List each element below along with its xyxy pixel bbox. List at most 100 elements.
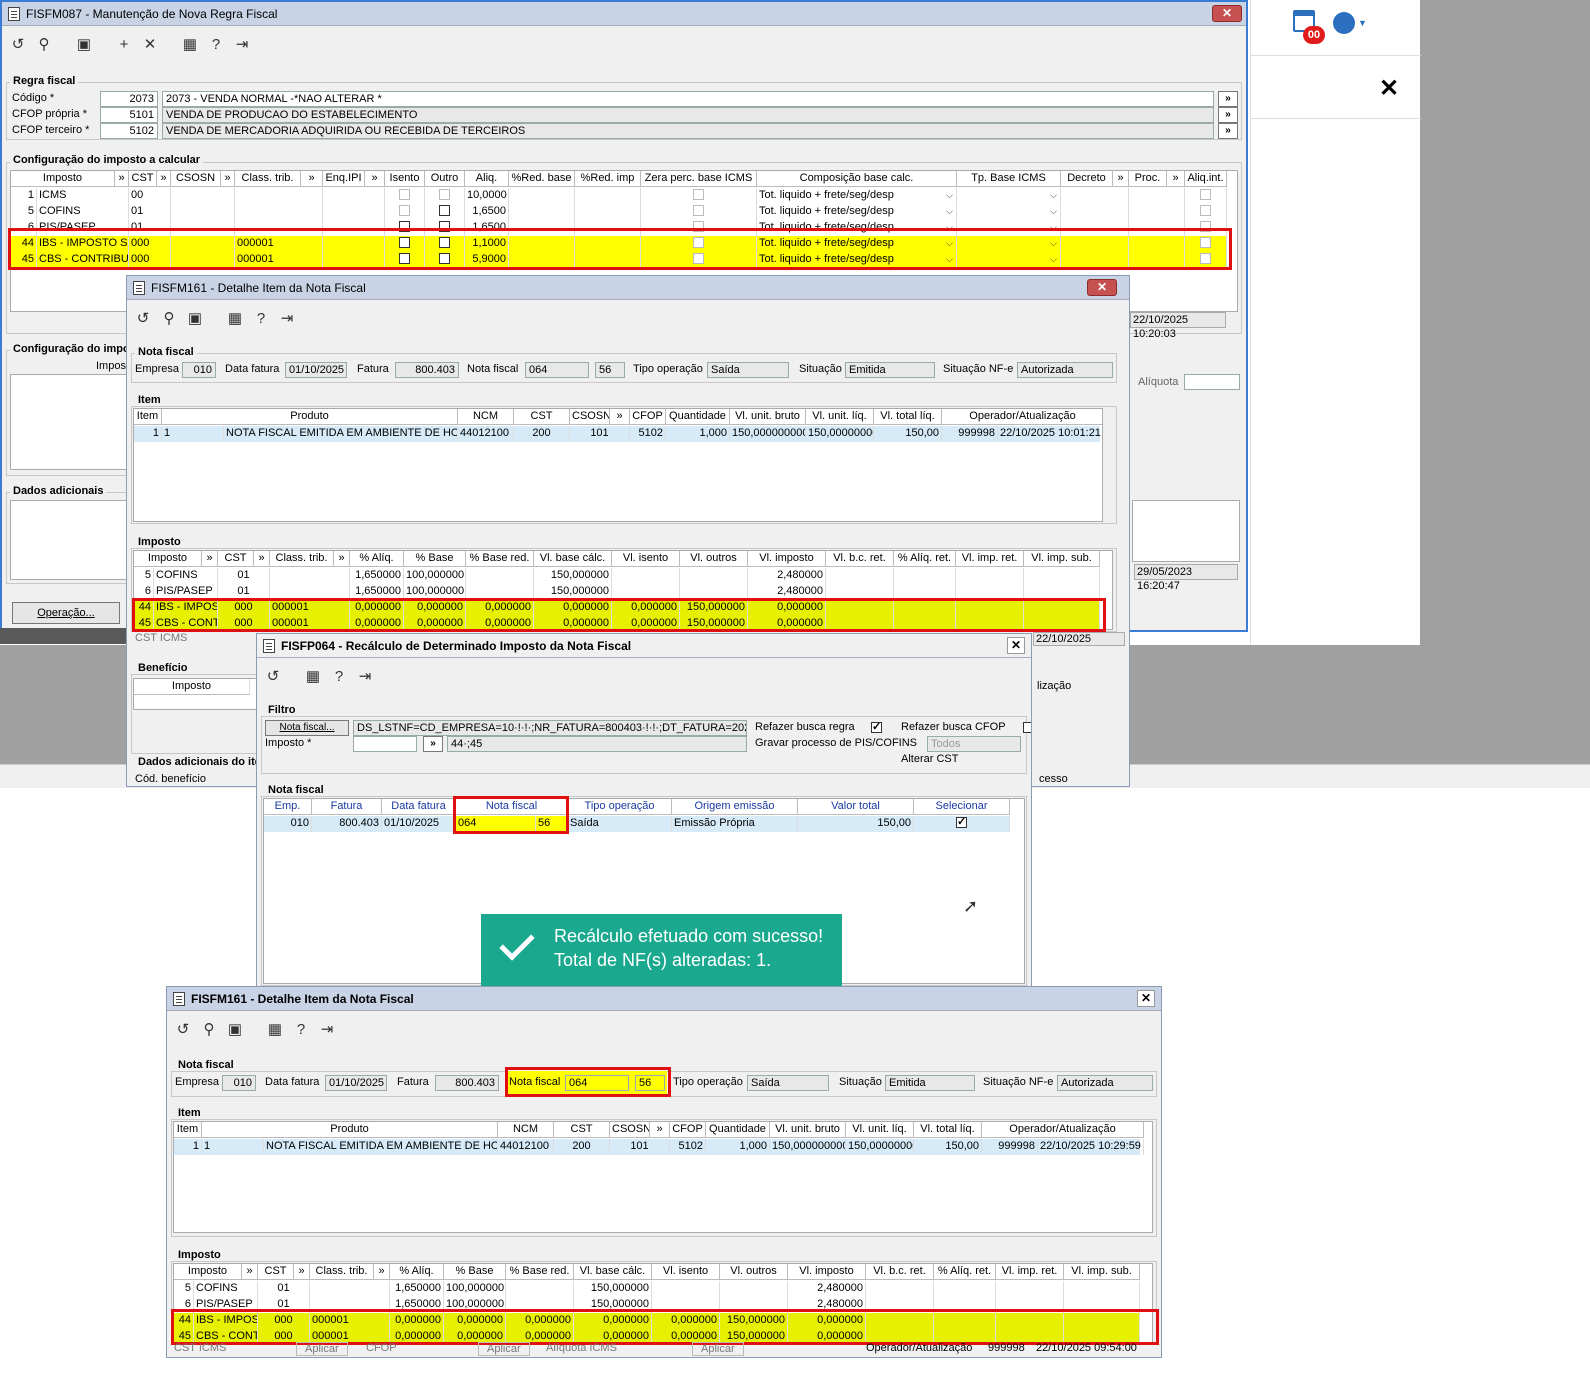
checkbox[interactable] [439, 204, 450, 216]
toolbar: ↺ ⚲ ▣ ▦ ? ⇥ [167, 1013, 1161, 1045]
help-icon[interactable]: ? [289, 1017, 313, 1041]
refazer-cfop-label: Refazer busca CFOP [901, 721, 1006, 733]
table-row[interactable]: 5 COFINS 01 1,6500 Tot. liquido + frete/seg/… [11, 204, 1227, 220]
chevron-down-icon[interactable]: ⌵ [1050, 188, 1057, 203]
undo-icon[interactable]: ↺ [171, 1017, 195, 1041]
calendar-icon[interactable]: ▦ [223, 306, 247, 330]
nota-fiscal-label: Nota fiscal [467, 363, 519, 375]
exit-icon[interactable]: ⇥ [353, 664, 377, 688]
check-icon [499, 925, 535, 961]
user-avatar-icon[interactable] [1333, 12, 1355, 34]
cfop-propria-field[interactable]: 5101 [100, 107, 158, 123]
data-fatura-label: Data fatura [225, 363, 280, 375]
close-button[interactable]: ✕ [1137, 990, 1155, 1007]
config-imposto-title: Configuração do imposto a calcular [10, 154, 204, 166]
regra-fiscal-title: Regra fiscal [10, 75, 79, 87]
codigo-field[interactable]: 2073 [100, 91, 158, 107]
codigo-desc-field[interactable]: 2073 - VENDA NORMAL -*NAO ALTERAR * [162, 91, 1214, 107]
tipo-operacao-label: Tipo operação [673, 1076, 743, 1088]
search-icon[interactable]: ⚲ [197, 1017, 221, 1041]
refazer-cfop-checkbox[interactable] [1023, 721, 1031, 733]
exit-icon[interactable]: ⇥ [315, 1017, 339, 1041]
cfop-propria-desc: VENDA DE PRODUCAO DO ESTABELECIMENTO [162, 107, 1214, 123]
help-icon[interactable]: ? [249, 306, 273, 330]
imposto-lookup-button[interactable]: » [423, 736, 443, 752]
help-icon[interactable]: ? [204, 32, 228, 56]
checkbox[interactable] [693, 204, 704, 216]
tipo-operacao-field: Saída [707, 362, 789, 378]
table-row[interactable]: 010 800.403 01/10/2025 064 56 Saída Emis… [264, 816, 1010, 832]
config-imposto-title-2: Configuração do impo [10, 343, 133, 355]
window-title: FISFM161 - Detalhe Item da Nota Fiscal [191, 991, 414, 1006]
undo-icon[interactable]: ↺ [6, 32, 30, 56]
imposto-input[interactable] [353, 736, 417, 752]
close-button[interactable]: ✕ [1212, 5, 1242, 22]
calendar-icon[interactable]: ▦ [178, 32, 202, 56]
search-icon[interactable]: ⚲ [157, 306, 181, 330]
search-icon[interactable]: ⚲ [32, 32, 56, 56]
bottom-footer: CST ICMS Aplicar CFOP Aplicar Alíquota I… [166, 1342, 1162, 1358]
table-row[interactable]: 1 1 NOTA FISCAL EMITIDA EM AMBIENTE DE H… [174, 1139, 1144, 1155]
chevron-down-icon[interactable]: ⌵ [946, 188, 953, 203]
fatura-label: Fatura [397, 1076, 429, 1088]
save-icon[interactable]: ▣ [223, 1017, 247, 1041]
situacao-label: Situação [799, 363, 842, 375]
operacao-button[interactable]: Operação... [12, 602, 120, 624]
aliquota-field[interactable] [1184, 374, 1240, 390]
footer-aplicar-button-3[interactable]: Aplicar [692, 1342, 744, 1356]
situacao-nfe-label: Situação NF-e [943, 363, 1014, 375]
exit-icon[interactable]: ⇥ [230, 32, 254, 56]
delete-icon[interactable]: ✕ [138, 32, 162, 56]
footer-operador-value: 999998 [988, 1342, 1025, 1354]
grid-header: Item Produto NCM CST CSOSN » CFOP Quanti… [134, 409, 1102, 425]
item-title: Item [135, 394, 164, 406]
close-button[interactable]: ✕ [1087, 279, 1117, 296]
help-icon[interactable]: ? [327, 664, 351, 688]
toast-line-1: Recálculo efetuado com sucesso! [554, 926, 824, 946]
gravar-select[interactable]: Todos [927, 736, 1021, 752]
chevron-down-icon[interactable]: ⌵ [946, 204, 953, 219]
checkbox[interactable] [1200, 204, 1211, 216]
cfop-terceiro-lookup-button[interactable]: » [1218, 123, 1238, 139]
checkbox[interactable] [693, 188, 704, 200]
table-row[interactable]: 1 1 NOTA FISCAL EMITIDA EM AMBIENTE DE H… [134, 426, 1101, 442]
undo-icon[interactable]: ↺ [131, 306, 155, 330]
checkbox[interactable] [399, 204, 410, 216]
table-row[interactable]: 5 COFINS 01 1,650000 100,000000 150,000000 2,4… [174, 1281, 1140, 1297]
chevron-down-icon[interactable]: ▼ [1358, 18, 1367, 28]
ts-field-3: 22/10/2025 09:54:00 [1033, 632, 1125, 646]
right-textarea[interactable] [1132, 500, 1240, 562]
add-icon[interactable]: + [112, 32, 136, 56]
close-button[interactable]: ✕ [1007, 637, 1025, 654]
footer-operador-ts: 22/10/2025 09:54:00 [1036, 1342, 1137, 1354]
save-icon[interactable]: ▣ [72, 32, 96, 56]
footer-aliquota-label: Alíquota ICMS [546, 1342, 617, 1354]
exit-icon[interactable]: ⇥ [275, 306, 299, 330]
checkbox[interactable] [399, 188, 410, 200]
ts-field-2: 29/05/2023 16:20:47 [1134, 564, 1238, 592]
checkbox[interactable] [1200, 188, 1211, 200]
cfop-terceiro-field[interactable]: 5102 [100, 123, 158, 139]
selecionar-checkbox[interactable] [956, 816, 967, 830]
data-fatura-label: Data fatura [265, 1076, 320, 1088]
calendar-icon[interactable]: ▦ [263, 1017, 287, 1041]
filtro-title: Filtro [265, 704, 299, 716]
undo-icon[interactable]: ↺ [261, 664, 285, 688]
footer-aplicar-button-1[interactable]: Aplicar [296, 1342, 348, 1356]
nota-fiscal-button[interactable]: Nota fiscal... [265, 720, 349, 736]
table-row[interactable]: 1 ICMS 00 10,0000 Tot. liquido + frete/seg/d… [11, 188, 1227, 204]
chevron-down-icon[interactable]: ⌵ [1050, 204, 1057, 219]
document-icon [263, 638, 275, 653]
beneficio-col-header[interactable]: Imposto [134, 679, 250, 695]
close-icon[interactable]: ✕ [1379, 74, 1399, 103]
cfop-propria-lookup-button[interactable]: » [1218, 107, 1238, 123]
checkbox[interactable] [439, 188, 450, 200]
save-icon[interactable]: ▣ [183, 306, 207, 330]
dados-adicionais-textarea[interactable] [10, 500, 136, 580]
calendar-icon[interactable]: ▦ [301, 664, 325, 688]
refazer-regra-checkbox[interactable] [871, 720, 882, 733]
footer-aplicar-button-2[interactable]: Aplicar [478, 1342, 530, 1356]
codigo-lookup-button[interactable]: » [1218, 91, 1238, 107]
table-row[interactable]: 5 COFINS 01 1,650000 100,000000 150,000000 2,4… [134, 568, 1100, 584]
fatura-field: 800.403 [395, 362, 459, 378]
